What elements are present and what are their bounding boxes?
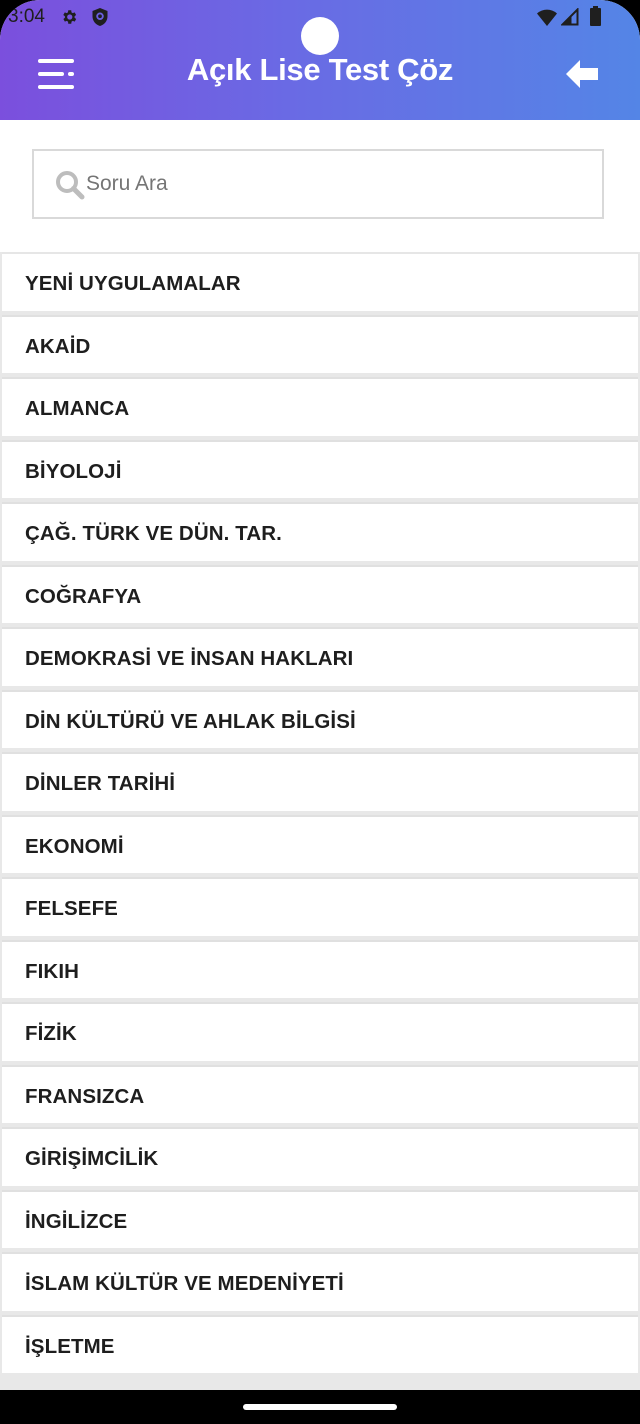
navigation-bar [0,1390,640,1424]
list-item-label: GİRİŞİMCİLİK [25,1147,159,1170]
list-item[interactable]: YENİ UYGULAMALAR [2,252,638,311]
list-item-label: DEMOKRASİ VE İNSAN HAKLARI [25,647,354,670]
list-item-label: DİN KÜLTÜRÜ VE AHLAK BİLGİSİ [25,709,356,733]
page-title: Açık Lise Test Çöz [186,52,454,87]
status-bar: 3:04 [0,0,640,55]
list-item[interactable]: AKAİD [2,314,638,373]
subject-list: YENİ UYGULAMALAR AKAİD ALMANCA BİYOLOJİ ÇAĞ.… [0,252,640,1377]
list-item-label: BİYOLOJİ [25,459,122,483]
list-item-label: YENİ UYGULAMALAR [25,272,241,295]
list-item-label: İŞLETME [25,1334,115,1358]
list-item-label: FİZİK [25,1022,77,1045]
list-item[interactable]: DİN KÜLTÜRÜ VE AHLAK BİLGİSİ [2,689,638,748]
list-item-label: EKONOMİ [25,834,124,858]
list-item-label: DİNLER TARİHİ [25,772,176,795]
home-gesture-handle[interactable] [243,1404,397,1410]
list-item-label: FELSEFE [25,897,118,920]
list-item[interactable]: FELSEFE [2,877,638,936]
list-item-label: İNGİLİZCE [25,1209,128,1233]
list-item[interactable]: FİZİK [2,1002,638,1061]
list-item-label: ÇAĞ. TÜRK VE DÜN. TAR. [25,522,282,545]
list-item[interactable]: BİYOLOJİ [2,439,638,498]
wifi-icon [537,9,557,26]
list-item[interactable]: GİRİŞİMCİLİK [2,1127,638,1186]
list-item[interactable]: EKONOMİ [2,814,638,873]
app-header: 3:04 Açık Lise Test Çöz [0,0,640,120]
back-arrow-icon[interactable] [562,56,602,92]
list-item[interactable]: ÇAĞ. TÜRK VE DÜN. TAR. [2,502,638,561]
list-item-label: FIKIH [25,959,80,983]
search-box [32,149,604,219]
list-item-label: AKAİD [25,334,91,358]
shield-icon [92,8,108,26]
search-input[interactable] [86,165,586,203]
list-item[interactable]: İNGİLİZCE [2,1189,638,1248]
signal-icon [561,8,579,26]
list-item[interactable]: DEMOKRASİ VE İNSAN HAKLARI [2,627,638,686]
list-item[interactable]: FIKIH [2,939,638,998]
menu-icon[interactable] [36,56,76,92]
list-item-label: ALMANCA [25,397,130,420]
list-item[interactable]: FRANSIZCA [2,1064,638,1123]
list-item[interactable]: ALMANCA [2,377,638,436]
app-screen: 3:04 Açık Lise Test Çöz Soru Ara YENİ UY… [0,0,640,1424]
list-item-label: İSLAM KÜLTÜR VE MEDENİYETİ [25,1272,344,1295]
list-item[interactable]: İSLAM KÜLTÜR VE MEDENİYETİ [2,1252,638,1311]
search-icon [56,171,85,200]
camera-cutout [301,17,339,55]
list-item[interactable]: DİNLER TARİHİ [2,752,638,811]
list-item-label: FRANSIZCA [25,1084,145,1108]
status-time: 3:04 [8,6,45,27]
list-item[interactable]: COĞRAFYA [2,564,638,623]
list-item-label: COĞRAFYA [25,584,142,608]
list-item[interactable]: İŞLETME [2,1314,638,1373]
gear-icon [63,10,77,24]
battery-icon [590,6,601,26]
